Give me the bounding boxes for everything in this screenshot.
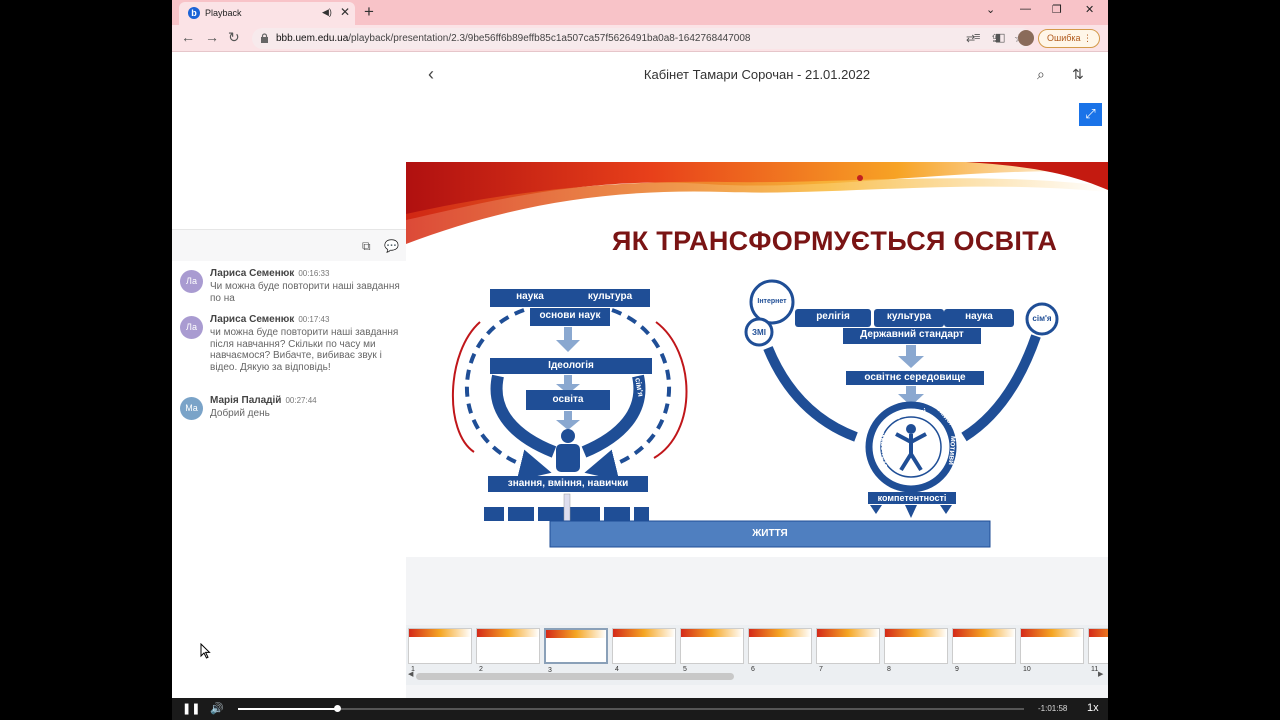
message-text: чи можна буде повторити наші завдання пі…: [210, 327, 399, 373]
tab-playback[interactable]: b Playback ◀) ✕: [179, 2, 355, 25]
fullscreen-icon[interactable]: ⤢: [1079, 103, 1102, 126]
mouse-cursor-icon: [200, 643, 211, 659]
label-nauka-right: наука: [965, 311, 993, 322]
thumbnail[interactable]: 9: [952, 628, 1016, 673]
remaining-time: -1:01:58: [1038, 704, 1068, 713]
label-kultura-right: культура: [886, 311, 932, 322]
thumbnail-active[interactable]: 3: [544, 628, 608, 674]
avatar: Ма: [180, 397, 203, 420]
close-window-icon[interactable]: ✕: [1085, 3, 1094, 16]
thumbnail[interactable]: 6: [748, 628, 812, 673]
forward-arrow-icon[interactable]: →: [205, 29, 219, 45]
lock-icon: [261, 33, 268, 43]
scroll-left-icon[interactable]: ◀: [408, 670, 413, 678]
slide: ЯК ТРАНСФОРМУЄТЬСЯ ОСВІТА наука культура…: [406, 162, 1108, 557]
new-tab-icon[interactable]: +: [364, 2, 374, 22]
label-ideolohiia: Ідеологія: [548, 360, 594, 371]
label-seredovyshche: освітнє середовище: [864, 372, 966, 383]
reading-list-icon[interactable]: ≡: [974, 31, 980, 43]
swap-layout-icon[interactable]: ⇅: [1072, 66, 1084, 83]
label-osnovy-nauk: основи наук: [539, 310, 601, 321]
thumbnail[interactable]: 4: [612, 628, 676, 673]
progress-bar[interactable]: [238, 705, 1024, 712]
thumbnail[interactable]: 10: [1020, 628, 1084, 673]
address-bar[interactable]: bbb.uem.edu.ua/playback/presentation/2.3…: [252, 28, 1032, 49]
minimize-icon[interactable]: —: [1020, 3, 1031, 15]
slide-title: ЯК ТРАНСФОРМУЄТЬСЯ ОСВІТА: [612, 226, 1058, 256]
thumbnail[interactable]: 5: [680, 628, 744, 673]
label-znannia: знання, вміння, навички: [507, 478, 629, 489]
thumbnail-strip: 1 2 3 4 5 6 7 8 9 10 11 ◀ ▶: [406, 625, 1108, 685]
thumbnail[interactable]: 1: [408, 628, 472, 673]
avatar: Ла: [180, 316, 203, 339]
message-author: Лариса Семенюк 00:16:33: [210, 268, 330, 279]
chat-bubbles-icon[interactable]: 💬: [384, 239, 399, 253]
reload-icon[interactable]: ↻: [228, 29, 240, 46]
speed-button[interactable]: 1x: [1087, 702, 1099, 714]
browser-window: b Playback ◀) ✕ + ⌄ — ❐ ✕ ← → ↻ bbb.uem.…: [172, 0, 1108, 720]
chat-message: Ма Марія Паладій 00:27:44 Добрий день: [180, 395, 400, 423]
chat-header: ⧉ 💬: [172, 229, 406, 261]
url-text: bbb.uem.edu.ua/playback/presentation/2.3…: [276, 33, 751, 44]
thumbnail[interactable]: 11: [1088, 628, 1108, 673]
label-simia-right: сім'я: [1032, 314, 1052, 323]
profile-avatar[interactable]: [1018, 30, 1034, 46]
volume-icon[interactable]: 🔊: [210, 702, 224, 715]
side-panel-icon[interactable]: ◧: [995, 31, 1005, 44]
copy-icon[interactable]: ⧉: [362, 239, 371, 254]
label-standard: Державний стандарт: [860, 329, 964, 340]
label-internet: Інтернет: [757, 298, 787, 305]
label-relihiia: релігія: [816, 311, 850, 322]
chat-sidebar: ⧉ 💬 Ла Лариса Семенюк 00:16:33 Чи можна б…: [172, 52, 406, 698]
label-osvita: освіта: [552, 394, 584, 405]
avatar: Ла: [180, 270, 203, 293]
message-author: Лариса Семенюк 00:17:43: [210, 314, 330, 325]
label-kompetentnosti: компетентності: [877, 493, 947, 503]
thumbnail[interactable]: 2: [476, 628, 540, 673]
progress-knob[interactable]: [334, 705, 342, 712]
thumbnail[interactable]: 7: [816, 628, 880, 673]
tab-title: Playback: [205, 8, 242, 18]
label-kultura: культура: [587, 291, 633, 302]
message-author: Марія Паладій 00:27:44: [210, 395, 317, 406]
chat-message: Ла Лариса Семенюк 00:16:33 Чи можна буде …: [180, 268, 400, 308]
progress-fill: [238, 708, 338, 710]
search-icon[interactable]: ⌕: [1037, 66, 1045, 83]
browser-toolbar: ← → ↻ bbb.uem.edu.ua/playback/presentati…: [172, 25, 1108, 52]
presentation-title: Кабінет Тамари Сорочан - 21.01.2022: [643, 67, 871, 82]
bbb-favicon-icon: b: [188, 7, 200, 19]
presentation-header: ‹ Кабінет Тамари Сорочан - 21.01.2022 ⌕ …: [406, 52, 1108, 162]
playback-controls: ❚❚ 🔊 -1:01:58 1x: [172, 698, 1108, 720]
close-tab-icon[interactable]: ✕: [340, 5, 350, 19]
label-nauka: наука: [516, 291, 544, 302]
speaker-icon[interactable]: ◀): [322, 7, 332, 18]
scroll-right-icon[interactable]: ▶: [1098, 670, 1103, 678]
thumbnail[interactable]: 8: [884, 628, 948, 673]
back-arrow-icon[interactable]: ←: [181, 29, 195, 45]
tab-strip: b Playback ◀) ✕ + ⌄ — ❐ ✕: [172, 0, 1108, 25]
message-text: Чи можна буде повторити наші завдання по…: [210, 281, 400, 304]
message-text: Добрий день: [210, 408, 270, 419]
chat-message: Ла Лариса Семенюк 00:17:43 чи можна буде …: [180, 314, 400, 390]
label-zmi-right: ЗМІ: [752, 328, 766, 337]
chevron-down-icon[interactable]: ⌄: [986, 3, 995, 16]
pause-icon[interactable]: ❚❚: [182, 702, 200, 715]
horizontal-scrollbar[interactable]: [416, 673, 734, 680]
error-button[interactable]: Ошибка ⋮: [1038, 29, 1100, 48]
restore-icon[interactable]: ❐: [1052, 3, 1062, 16]
presentation-area: ‹ Кабінет Тамари Сорочан - 21.01.2022 ⌕ …: [406, 52, 1108, 698]
label-zhyttia: ЖИТТЯ: [752, 528, 788, 539]
